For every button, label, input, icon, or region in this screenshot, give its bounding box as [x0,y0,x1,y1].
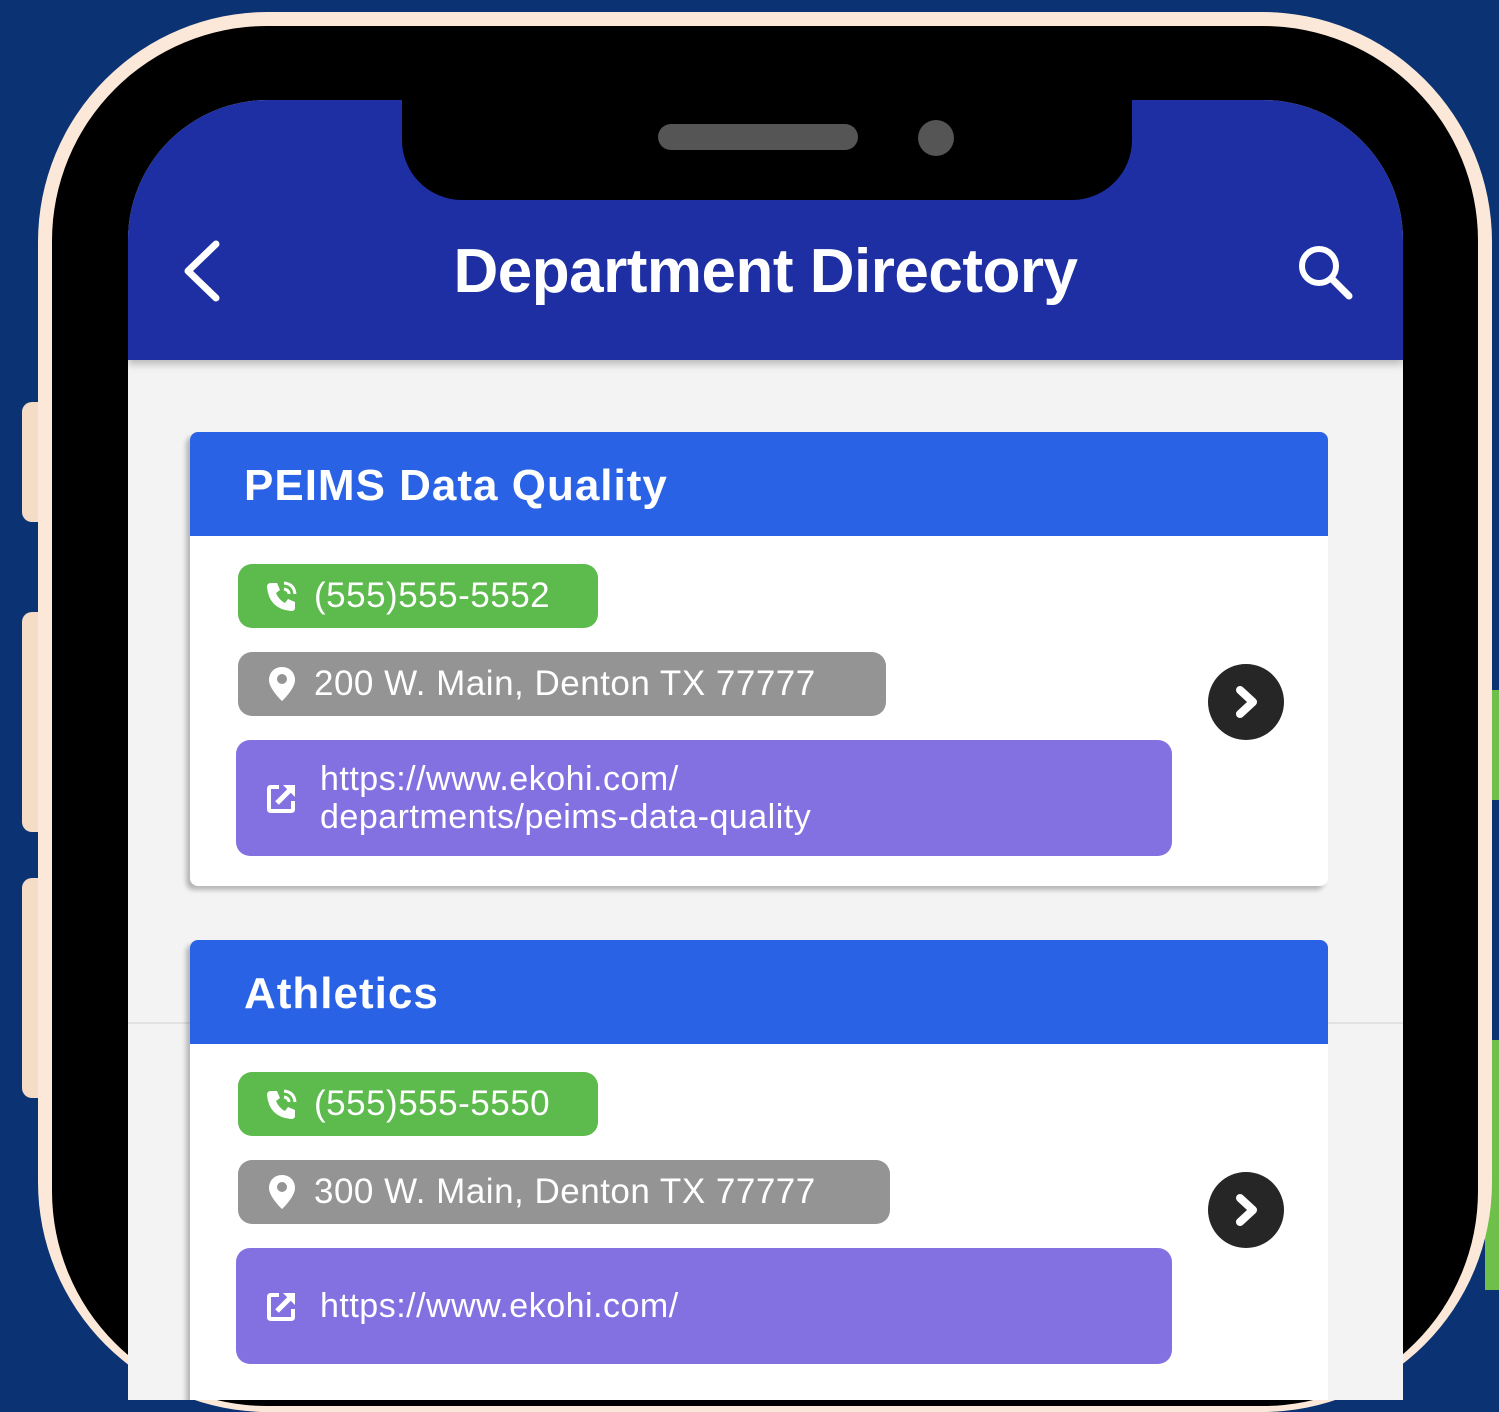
search-icon [1299,246,1353,300]
chevron-right-icon [1236,1194,1257,1226]
search-button[interactable] [1284,236,1364,306]
address-button[interactable]: 300 W. Main, Denton TX 77777 [238,1160,890,1224]
address-button[interactable]: 200 W. Main, Denton TX 77777 [238,652,886,716]
phone-notch [402,100,1132,200]
department-detail-button[interactable] [1208,1172,1284,1248]
map-pin-icon [264,666,300,702]
speaker-grille [658,124,858,150]
website-url-line: https://www.ekohi.com/ [320,760,679,798]
website-url-line: departments/peims-data-quality [320,798,812,836]
phone-button[interactable]: (555)555-5552 [238,564,598,628]
address-text: 200 W. Main, Denton TX 77777 [314,664,816,703]
phone-button[interactable]: (555)555-5550 [238,1072,598,1136]
department-name: Athletics [190,940,1328,1044]
department-card[interactable]: Athletics (555)555-5550 300 W. Main, Den… [190,940,1328,1400]
phone-number: (555)555-5550 [314,1084,551,1123]
external-link-icon [264,780,300,816]
address-text: 300 W. Main, Denton TX 77777 [314,1172,816,1211]
website-link[interactable]: https://www.ekohi.com/ departments/peims… [236,740,1172,856]
website-link[interactable]: https://www.ekohi.com/ [236,1248,1172,1364]
external-link-icon [264,1288,300,1324]
phone-call-icon [264,578,300,614]
phone-number: (555)555-5552 [314,576,551,615]
page-title: Department Directory [453,237,1078,306]
department-name: PEIMS Data Quality [190,432,1328,536]
map-pin-icon [264,1174,300,1210]
department-card[interactable]: PEIMS Data Quality (555)555-5552 200 W. … [190,432,1328,886]
website-url-line: https://www.ekohi.com/ [320,1287,679,1325]
department-detail-button[interactable] [1208,664,1284,740]
app-screen: Department Directory PEIMS Data Quality … [128,100,1403,1400]
chevron-right-icon [1236,686,1257,718]
phone-call-icon [264,1086,300,1122]
front-camera [918,120,954,156]
